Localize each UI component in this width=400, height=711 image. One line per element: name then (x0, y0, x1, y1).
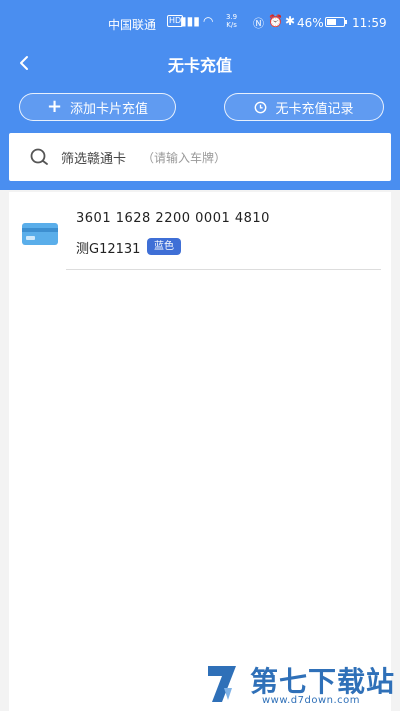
page-title: 无卡充值 (167, 56, 232, 75)
credit-card-icon (22, 223, 58, 245)
plate-color-badge: 蓝色 (147, 238, 181, 255)
status-bar: 中国联通 HD ▮▮▮ ◠ 3.9 K/s Ⓝ ⏰ ✱ 46% 11:59 (0, 0, 400, 46)
search-hint: （请输入车牌） (142, 150, 227, 165)
search-label: 筛选赣通卡 (61, 151, 127, 167)
clock-icon (255, 101, 267, 113)
watermark-name: 第七下载站 (250, 665, 396, 698)
add-card-recharge-button[interactable]: + 添加卡片充值 (19, 93, 176, 121)
plus-icon: + (46, 96, 63, 117)
card-filter-search[interactable]: 筛选赣通卡 （请输入车牌） (9, 133, 391, 181)
watermark-logo-icon (208, 666, 236, 702)
nfc-icon: Ⓝ (253, 17, 264, 30)
carrier-name: 中国联通 (108, 18, 157, 32)
net-speed-unit: K/s (226, 21, 237, 29)
card-number: 3601 1628 2200 0001 4810 (76, 211, 270, 226)
title-bar: 无卡充值 (0, 46, 400, 82)
recharge-record-label: 无卡充值记录 (275, 101, 354, 117)
add-card-recharge-label: 添加卡片充值 (70, 101, 149, 117)
card-list-item[interactable]: 3601 1628 2200 0001 4810 测G12131 蓝色 (9, 192, 391, 270)
battery-percent: 46% (297, 16, 324, 30)
alarm-icon: ⏰ (268, 14, 283, 28)
card-list: 3601 1628 2200 0001 4810 测G12131 蓝色 (9, 192, 391, 711)
watermark-url: www.d7down.com (262, 695, 361, 706)
site-watermark: 第七下载站 www.d7down.com (198, 658, 400, 711)
recharge-record-button[interactable]: 无卡充值记录 (224, 93, 384, 121)
net-speed: 3.9 K/s (226, 13, 237, 29)
signal-icon: ▮▮▮ (180, 14, 200, 28)
clock: 11:59 (352, 16, 387, 30)
search-icon (30, 148, 48, 165)
wifi-icon: ◠ (203, 14, 214, 28)
bluetooth-icon: ✱ (285, 14, 296, 28)
net-speed-value: 3.9 (226, 13, 238, 21)
battery-icon (325, 17, 347, 27)
row-divider (66, 269, 381, 270)
plate-number: 测G12131 (76, 242, 141, 257)
